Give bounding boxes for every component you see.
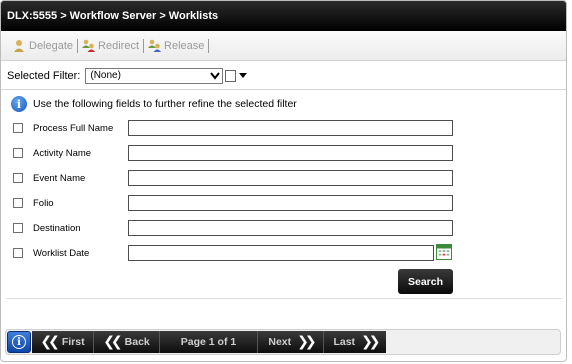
filter-menu-arrow-icon[interactable] [239,73,248,78]
redirect-icon [82,39,96,52]
back-page-button[interactable]: ❮❮ Back [94,331,160,353]
worklist-date-input[interactable] [128,245,434,261]
filter-bar: Selected Filter: (None) [1,62,566,90]
activity-name-input[interactable] [128,145,453,161]
event-name-input[interactable] [128,170,453,186]
double-chevron-right-icon: ❯❯ [361,334,381,350]
toolbar-separator [143,38,145,53]
next-page-button[interactable]: Next ❯❯ [258,331,324,353]
activity-name-checkbox[interactable] [13,148,23,158]
field-row-process-full-name: Process Full Name [13,119,465,137]
info-message: i Use the following fields to further re… [11,96,297,112]
calendar-icon[interactable] [436,244,452,260]
activity-name-label: Activity Name [33,147,92,159]
search-button[interactable]: Search [398,269,453,294]
delegate-label: Delegate [29,39,74,52]
release-icon [148,39,162,52]
destination-label: Destination [33,222,81,234]
field-row-folio: Folio [13,194,465,212]
event-name-label: Event Name [33,172,86,184]
filter-label: Selected Filter: [7,69,81,82]
filter-document-icon[interactable] [225,69,237,82]
pager-info-button[interactable]: i [7,331,31,353]
folio-checkbox[interactable] [13,198,23,208]
pager-bar: i ❮❮ First ❮❮ Back Page 1 of 1 Next ❯❯ L… [5,329,561,355]
release-label: Release [164,39,205,52]
filter-selected-value: (None) [90,70,121,81]
toolbar-separator [208,38,210,53]
chevron-down-icon [210,71,221,80]
filter-select[interactable]: (None) [85,67,224,84]
first-label: First [61,336,85,348]
info-icon: i [11,96,27,112]
first-page-button[interactable]: ❮❮ First [32,331,94,353]
double-chevron-right-icon: ❯❯ [297,334,317,350]
action-toolbar: Delegate Redirect Release [1,31,566,61]
back-label: Back [124,336,150,348]
page-indicator: Page 1 of 1 [160,331,258,353]
info-circle-icon: i [12,335,26,349]
process-full-name-input[interactable] [128,120,453,136]
folio-input[interactable] [128,195,453,211]
field-row-event-name: Event Name [13,169,465,187]
process-full-name-label: Process Full Name [33,122,114,134]
page-text: Page 1 of 1 [180,336,237,348]
process-full-name-checkbox[interactable] [13,123,23,133]
worklist-window: DLX:5555 > Workflow Server > Worklists D… [0,0,567,362]
last-page-button[interactable]: Last ❯❯ [324,331,386,353]
worklist-date-label: Worklist Date [33,247,90,259]
redirect-button[interactable]: Redirect [82,39,139,52]
destination-checkbox[interactable] [13,223,23,233]
info-text: Use the following fields to further refi… [33,98,297,110]
event-name-checkbox[interactable] [13,173,23,183]
field-row-destination: Destination [13,219,465,237]
delegate-button[interactable]: Delegate [13,39,73,52]
next-label: Next [268,336,292,348]
double-chevron-left-icon: ❮❮ [40,334,60,350]
folio-label: Folio [33,197,54,209]
field-row-worklist-date: Worklist Date [13,244,465,262]
last-label: Last [333,336,356,348]
form-divider [6,298,562,299]
release-button[interactable]: Release [148,39,204,52]
destination-input[interactable] [128,220,453,236]
field-row-activity-name: Activity Name [13,144,465,162]
toolbar-separator [77,38,79,53]
redirect-label: Redirect [98,39,140,52]
delegate-icon [14,40,24,52]
pager-controls: ❮❮ First ❮❮ Back Page 1 of 1 Next ❯❯ Las… [32,331,386,353]
window-title: DLX:5555 > Workflow Server > Worklists [1,1,566,31]
worklist-date-checkbox[interactable] [13,248,23,258]
double-chevron-left-icon: ❮❮ [103,334,123,350]
